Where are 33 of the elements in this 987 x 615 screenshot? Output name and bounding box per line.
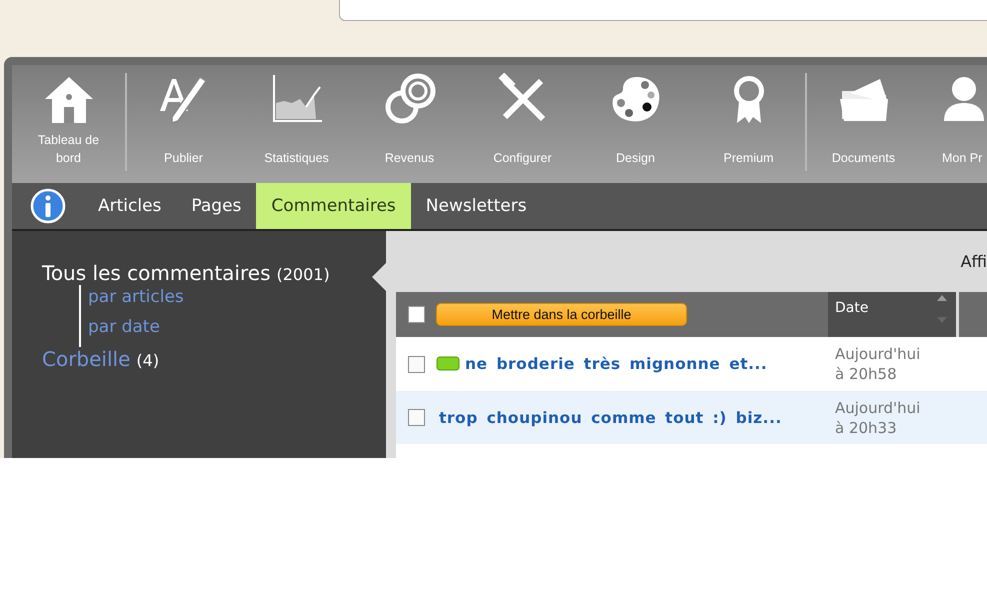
select-all-checkbox[interactable] bbox=[408, 306, 424, 323]
info-icon[interactable] bbox=[30, 188, 66, 224]
display-label: Affi bbox=[960, 252, 987, 271]
comment-title-link[interactable]: trop choupinou comme tout :) biz... bbox=[436, 408, 782, 426]
toolbar-button[interactable]: Publier bbox=[127, 73, 240, 183]
sort-arrows-icon[interactable] bbox=[936, 294, 948, 324]
nav-tab[interactable]: Newsletters bbox=[410, 183, 542, 229]
sidebar-link[interactable]: Tous les commentaires bbox=[42, 261, 270, 285]
toolbar-button[interactable]: Tableau de bord bbox=[12, 73, 125, 183]
tree-line bbox=[79, 285, 81, 347]
toolbar-button[interactable]: Mon Pr bbox=[920, 73, 987, 183]
date-column-header[interactable]: Date bbox=[828, 292, 956, 337]
row-checkbox[interactable] bbox=[408, 356, 424, 372]
nav-tab[interactable]: Commentaires bbox=[256, 183, 411, 229]
item-count: (4) bbox=[136, 351, 160, 370]
toolbar-button[interactable]: Premium bbox=[692, 73, 805, 183]
comment-title-link[interactable]: ne broderie très mignonne et... bbox=[462, 355, 768, 373]
nav-tab[interactable]: Pages bbox=[176, 183, 256, 229]
comment-date: Aujourd'hui à 20h58 bbox=[835, 344, 920, 384]
toolbar-button[interactable]: Design bbox=[579, 73, 692, 183]
toolbar-button[interactable]: Documents bbox=[807, 73, 920, 183]
sidebar-link[interactable]: Corbeille bbox=[42, 347, 130, 371]
trash-button[interactable]: Mettre dans la corbeille bbox=[436, 303, 687, 326]
row-checkbox[interactable] bbox=[408, 409, 424, 426]
toolbar-button[interactable]: Configurer bbox=[466, 73, 579, 183]
item-count: (2001) bbox=[276, 265, 330, 284]
sidebar-sublink[interactable]: par date bbox=[88, 317, 160, 337]
toolbar-button[interactable]: Statistiques bbox=[240, 73, 353, 183]
sidebar-sublink[interactable]: par articles bbox=[88, 287, 184, 307]
toolbar-button[interactable]: Revenus bbox=[353, 73, 466, 183]
search-field[interactable] bbox=[339, 0, 987, 21]
nav-tab[interactable]: Articles bbox=[83, 183, 176, 229]
comment-date: Aujourd'hui à 20h33 bbox=[835, 398, 920, 438]
